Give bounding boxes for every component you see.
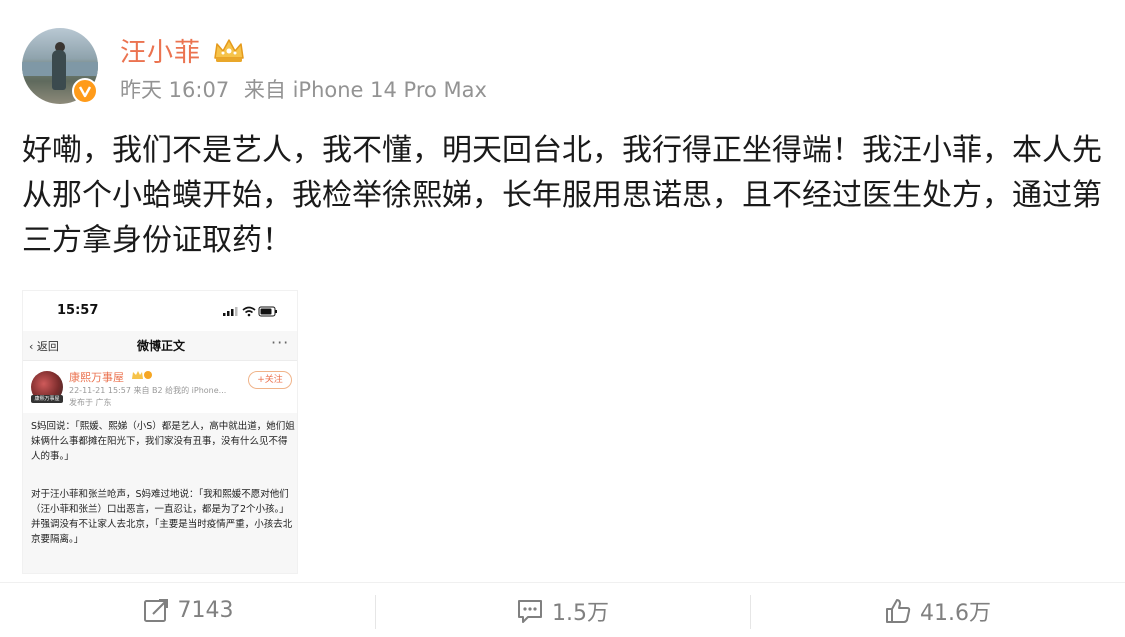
signal-wifi-battery-icon (223, 306, 277, 317)
post-meta: 昨天 16:07 来自 iPhone 14 Pro Max (120, 74, 495, 104)
verified-v-badge-icon (72, 78, 98, 104)
nav-title: 微博正文 (136, 339, 185, 353)
post-time[interactable]: 昨天 16:07 (120, 78, 229, 102)
embedded-screenshot-image[interactable]: 15:57 ‹ 返回 微博正文 ··· 康熙万事屋 康熙万事屋 22-11-21… (22, 290, 298, 574)
more-icon: ··· (271, 333, 290, 352)
comment-count: 1.5万 (552, 600, 609, 626)
crown-icon[interactable] (212, 36, 246, 64)
embedded-author-name: 康熙万事屋 (69, 371, 124, 384)
embedded-author-card: 康熙万事屋 康熙万事屋 22-11-21 15:57 来自 B2 给我的 iPh… (23, 361, 297, 413)
embedded-avatar-tag: 康熙万事屋 (31, 395, 63, 403)
post-source: 来自 iPhone 14 Pro Max (243, 78, 487, 102)
embedded-paragraph: S妈回说：「熙媛、熙娣（小S）都是艺人，高中就出道，她们姐妹俩什么事都摊在阳光下… (31, 421, 295, 462)
thumbs-up-icon (886, 598, 911, 623)
repost-button[interactable]: 7143 (0, 583, 375, 637)
phone-status-bar: 15:57 (23, 291, 297, 331)
embedded-post-meta: 22-11-21 15:57 来自 B2 给我的 iPhone... (69, 386, 227, 395)
weibo-post: 汪小菲 昨天 16:07 来自 iPhone 14 Pro Max 好嘞，我们不… (0, 0, 1125, 637)
comment-icon (518, 599, 542, 623)
author-name[interactable]: 汪小菲 (120, 32, 201, 69)
phone-status-time: 15:57 (57, 303, 99, 318)
comment-button[interactable]: 1.5万 (375, 583, 750, 637)
action-bar: 7143 1.5万 41.6万 (0, 582, 1125, 637)
repost-icon (143, 598, 168, 622)
embedded-crown-icon (132, 371, 152, 379)
embedded-paragraph: 对于汪小菲和张兰呛声，S妈难过地说：「我和熙媛不愿对他们（汪小菲和张兰）口出恶言… (31, 489, 293, 545)
phone-body: 康熙万事屋 康熙万事屋 22-11-21 15:57 来自 B2 给我的 iPh… (23, 361, 297, 573)
author-avatar[interactable] (22, 28, 98, 104)
like-button[interactable]: 41.6万 (750, 583, 1125, 637)
post-text: 好嘞，我们不是艺人，我不懂，明天回台北，我行得正坐得端！我汪小菲，本人先从那个小… (22, 133, 1102, 258)
phone-nav-bar: ‹ 返回 微博正文 ··· (23, 331, 297, 361)
post-header: 汪小菲 昨天 16:07 来自 iPhone 14 Pro Max (22, 28, 722, 108)
embedded-location: 发布于 广东 (69, 398, 112, 407)
like-count: 41.6万 (920, 600, 991, 626)
repost-count: 7143 (177, 598, 234, 623)
follow-button: +关注 (248, 371, 292, 389)
